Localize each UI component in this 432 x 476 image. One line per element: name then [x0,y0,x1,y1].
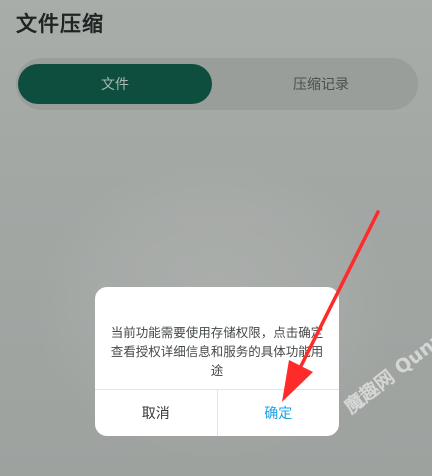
tab-files[interactable]: 文件 [18,64,212,104]
cancel-button[interactable]: 取消 [95,390,218,436]
dialog-message: 当前功能需要使用存储权限，点击确定查看授权详细信息和服务的具体功能用途 [110,325,324,378]
page-title: 文件压缩 [16,12,104,36]
dialog-actions: 取消 确定 [95,389,339,436]
tab-compress-records[interactable]: 压缩记录 [226,64,416,104]
confirm-button[interactable]: 确定 [218,390,340,436]
tab-files-label: 文件 [101,77,129,93]
tab-compress-records-label: 压缩记录 [293,77,349,93]
tab-bar: 文件 压缩记录 [16,58,418,110]
permission-dialog: 当前功能需要使用存储权限，点击确定查看授权详细信息和服务的具体功能用途 取消 确… [95,287,339,436]
